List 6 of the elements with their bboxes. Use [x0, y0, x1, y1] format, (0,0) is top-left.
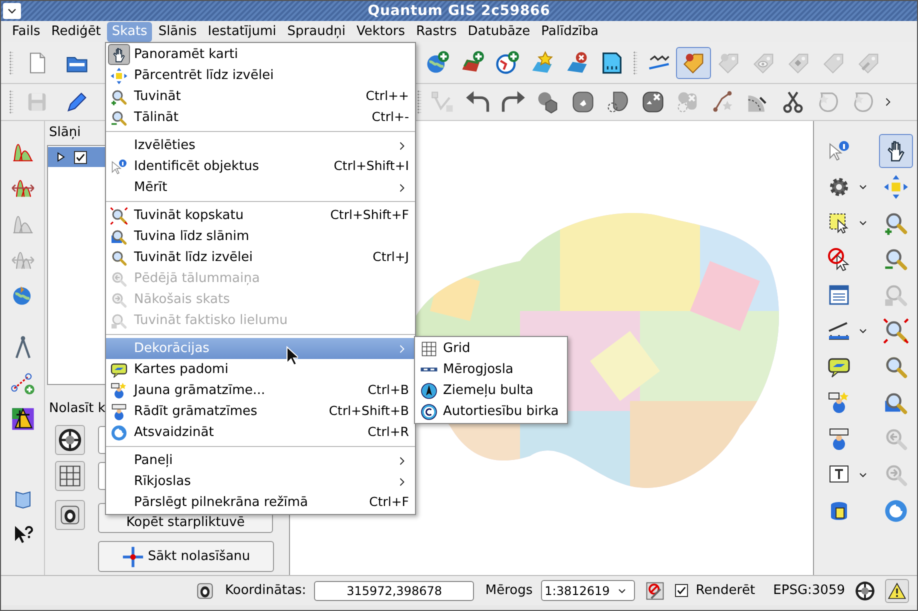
render-label: Renderēt [696, 582, 756, 600]
panel-title: Nolasīt k [48, 400, 106, 418]
window-title: Quantum GIS 2c59866 [366, 2, 552, 20]
panel-title: Slāņi [48, 125, 81, 142]
scale-label: Mērogs [485, 582, 533, 600]
coordinates-label: Koordinātas: [225, 582, 306, 600]
